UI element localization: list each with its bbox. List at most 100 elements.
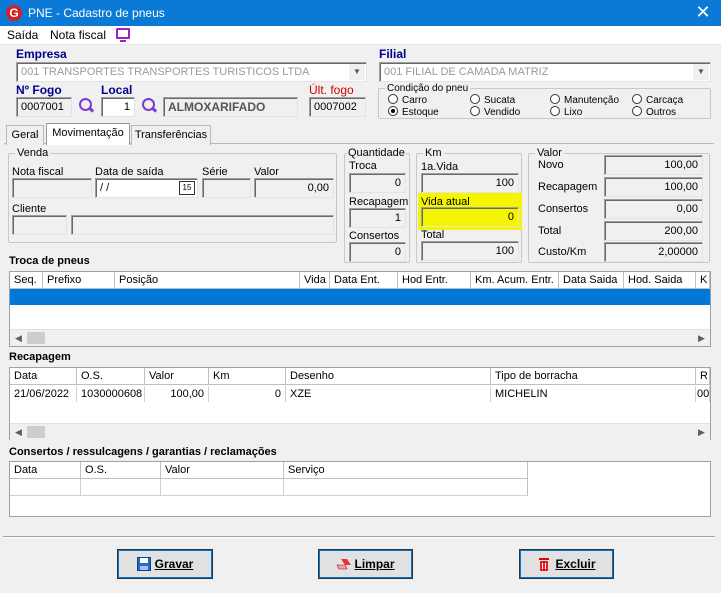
cell-km: 0	[209, 386, 286, 402]
radio-manutencao[interactable]: Manutenção	[550, 94, 619, 106]
custo-km-value: 2,00000	[604, 242, 703, 262]
table-row[interactable]: 21/06/2022 1030000608 100,00 0 XZE MICHE…	[10, 386, 710, 402]
scroll-thumb[interactable]	[27, 426, 45, 438]
col-header[interactable]: Prefixo	[43, 272, 115, 289]
serie-label: Série	[202, 166, 228, 178]
data-saida-label: Data de saída	[95, 166, 164, 178]
condicao-label: Condição do pneu	[385, 83, 471, 94]
cliente-code-input[interactable]	[12, 215, 67, 235]
radio-vendido[interactable]: Vendido	[470, 106, 520, 118]
cell-data: 21/06/2022	[10, 386, 77, 402]
col-header[interactable]: Valor	[161, 462, 284, 479]
recapagem-valor-value: 100,00	[604, 177, 703, 197]
scroll-left-icon[interactable]: ◀	[10, 330, 27, 346]
cliente-label: Cliente	[12, 203, 47, 215]
col-header[interactable]: Serviço	[284, 462, 528, 479]
selected-row[interactable]	[10, 289, 710, 305]
empresa-combo[interactable]: 001 TRANSPORTES TRANSPORTES TURISTICOS L…	[16, 62, 367, 82]
menu-nota-fiscal[interactable]: Nota fiscal	[50, 28, 106, 42]
recap-grid[interactable]: Data O.S. Valor Km Desenho Tipo de borra…	[9, 367, 711, 440]
radio-sucata[interactable]: Sucata	[470, 94, 515, 106]
window-title: PNE - Cadastro de pneus	[28, 6, 165, 20]
monitor-icon[interactable]	[116, 28, 130, 42]
tab-movimentacao[interactable]: Movimentação	[46, 123, 130, 145]
col-header[interactable]: Valor	[145, 368, 209, 385]
scroll-left-icon[interactable]: ◀	[10, 424, 27, 440]
col-header[interactable]: Data	[10, 368, 77, 385]
consertos-valor-label: Consertos	[538, 203, 589, 215]
consertos-qty-value: 0	[349, 242, 406, 262]
menu-saida[interactable]: Saída	[7, 28, 38, 42]
calendar-icon[interactable]: 15	[179, 181, 195, 195]
tab-geral[interactable]: Geral	[6, 125, 44, 145]
serie-input[interactable]	[202, 178, 251, 198]
limpar-button[interactable]: Limpar	[318, 549, 413, 579]
fogo-input[interactable]: 0007001	[16, 97, 72, 117]
app-logo-icon: G	[6, 5, 22, 21]
consertos-valor-value: 0,00	[604, 199, 703, 219]
nota-fiscal-label: Nota fiscal	[12, 166, 64, 178]
col-header[interactable]: Km. Acum. Entr.	[471, 272, 559, 289]
search-local-icon[interactable]	[140, 97, 158, 115]
valor-venda-label: Valor	[254, 166, 279, 178]
cell-desenho: XZE	[286, 386, 491, 402]
col-header[interactable]: Data	[10, 462, 81, 479]
chevron-down-icon[interactable]: ▼	[349, 64, 365, 80]
search-fogo-icon[interactable]	[77, 97, 95, 115]
excluir-button[interactable]: Excluir	[519, 549, 614, 579]
col-header[interactable]: Vida	[300, 272, 330, 289]
title-bar: G PNE - Cadastro de pneus ✕	[0, 0, 721, 26]
local-input[interactable]: 1	[101, 97, 135, 117]
radio-carro[interactable]: Carro	[388, 94, 427, 106]
horizontal-scrollbar[interactable]: ◀ ▶	[10, 423, 710, 440]
col-header[interactable]: O.S.	[81, 462, 161, 479]
menu-bar: Saída Nota fiscal	[0, 26, 721, 45]
col-header[interactable]: O.S.	[77, 368, 145, 385]
scroll-right-icon[interactable]: ▶	[693, 330, 710, 346]
col-header[interactable]: R	[696, 368, 710, 385]
col-header[interactable]: K	[696, 272, 710, 289]
col-header[interactable]: Km	[209, 368, 286, 385]
valor-venda-input[interactable]: 0,00	[254, 178, 334, 198]
close-button[interactable]: ✕	[686, 1, 720, 25]
primeira-vida-value: 100	[421, 173, 519, 193]
cell-r: 00	[697, 386, 710, 402]
chevron-down-icon[interactable]: ▼	[693, 64, 709, 80]
col-header[interactable]: Hod. Saida	[624, 272, 696, 289]
radio-estoque[interactable]: Estoque	[388, 106, 439, 118]
scroll-thumb[interactable]	[27, 332, 45, 344]
col-header[interactable]: Data Saida	[559, 272, 624, 289]
radio-lixo[interactable]: Lixo	[550, 106, 582, 118]
trash-icon	[537, 553, 551, 571]
valor-group-label: Valor	[535, 147, 564, 159]
cell-valor: 100,00	[145, 386, 209, 402]
radio-carcaca[interactable]: Carcaça	[632, 94, 683, 106]
radio-outros[interactable]: Outros	[632, 106, 676, 118]
troca-grid[interactable]: Seq. Prefixo Posição Vida Data Ent. Hod …	[9, 271, 711, 347]
bottom-divider-light	[3, 537, 715, 538]
recapagem-valor-label: Recapagem	[538, 181, 598, 193]
consertos-grid-title: Consertos / ressulcagens / garantias / r…	[9, 446, 277, 458]
total-valor-label: Total	[538, 225, 562, 237]
horizontal-scrollbar[interactable]: ◀ ▶	[10, 329, 710, 346]
scroll-right-icon[interactable]: ▶	[693, 424, 710, 440]
save-icon	[136, 553, 151, 571]
tab-transferencias[interactable]: Transferências	[131, 125, 211, 145]
troca-value: 0	[349, 173, 406, 193]
data-saida-input[interactable]: / / 15	[95, 178, 198, 198]
col-header[interactable]: Data Ent.	[330, 272, 398, 289]
col-header[interactable]: Posição	[115, 272, 300, 289]
filial-label: Filial	[379, 47, 407, 61]
total-valor-value: 200,00	[604, 221, 703, 241]
col-header[interactable]: Tipo de borracha	[491, 368, 696, 385]
consertos-grid[interactable]: Data O.S. Valor Serviço	[9, 461, 711, 517]
cell-os: 1030000608	[77, 386, 145, 402]
col-header[interactable]: Seq.	[10, 272, 43, 289]
gravar-button[interactable]: Gravar	[117, 549, 213, 579]
km-total-label: Total	[421, 229, 445, 241]
novo-label: Novo	[538, 159, 564, 171]
col-header[interactable]: Hod Entr.	[398, 272, 471, 289]
nota-fiscal-input[interactable]	[12, 178, 92, 198]
col-header[interactable]: Desenho	[286, 368, 491, 385]
filial-combo[interactable]: 001 FILIAL DE CAMADA MATRIZ ▼	[379, 62, 711, 82]
